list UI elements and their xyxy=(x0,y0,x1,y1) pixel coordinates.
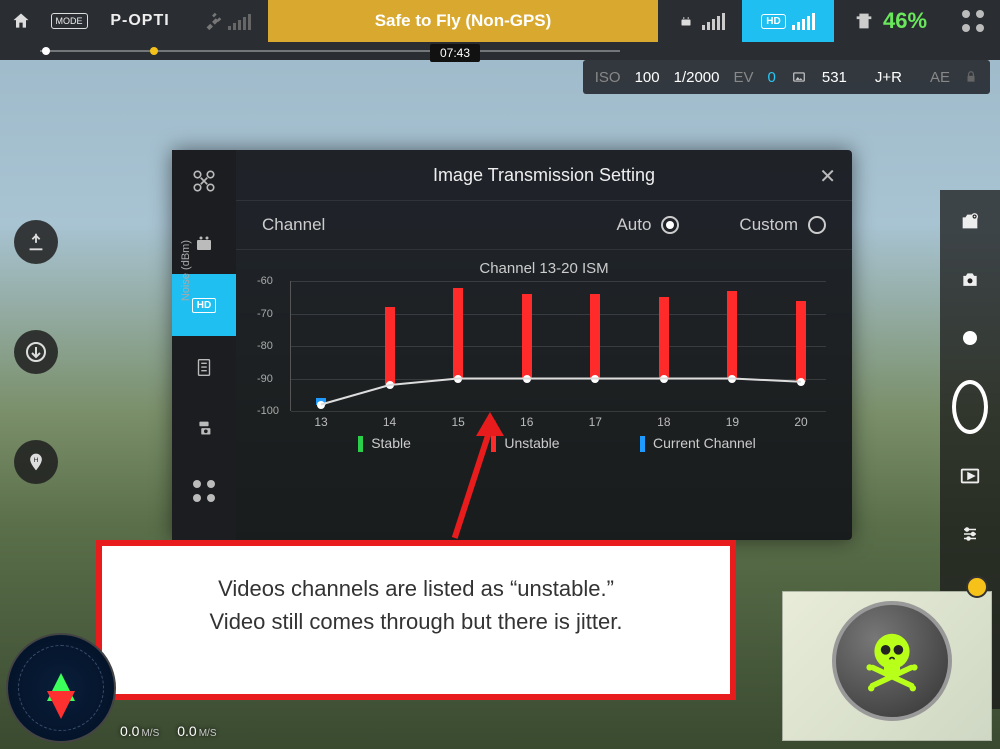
battery-percent: 46% xyxy=(883,8,927,34)
mode-badge[interactable]: MODE xyxy=(42,0,96,42)
legend-unstable: Unstable xyxy=(491,435,559,452)
attitude-indicator[interactable] xyxy=(6,633,116,743)
picture-icon xyxy=(790,70,808,84)
custom-radio[interactable] xyxy=(808,216,826,234)
channel-row-label: Channel xyxy=(262,215,325,235)
map-lock-icon[interactable] xyxy=(966,576,988,598)
rc-signal-icon xyxy=(658,0,742,42)
channel-chart: Channel 13-20 ISM Noise (dBm) -60-70-80-… xyxy=(236,250,852,456)
custom-option-label[interactable]: Custom xyxy=(739,215,798,235)
flight-mode-label: P-OPTI xyxy=(96,0,184,42)
tab-gimbal-icon[interactable] xyxy=(172,398,236,460)
auto-takeoff-button[interactable] xyxy=(14,220,58,264)
legend-current: Current Channel xyxy=(640,435,756,452)
record-indicator xyxy=(952,320,988,356)
top-status-bar: MODE P-OPTI Safe to Fly (Non-GPS) HD 46% xyxy=(0,0,1000,42)
annotation-callout: Videos channels are listed as “unstable.… xyxy=(96,540,736,700)
svg-text:H: H xyxy=(34,457,39,464)
home-point-button[interactable]: H xyxy=(14,440,58,484)
auto-option-label[interactable]: Auto xyxy=(616,215,651,235)
tab-general-icon[interactable] xyxy=(172,460,236,522)
playback-button[interactable] xyxy=(952,458,988,494)
camera-settings-bar[interactable]: ISO100 1/2000 EV0 531 J+R AE xyxy=(583,60,990,94)
close-icon[interactable]: ✕ xyxy=(819,164,836,189)
tab-battery-icon[interactable] xyxy=(172,336,236,398)
annotation-arrow-head xyxy=(476,412,504,436)
camera-settings-button[interactable] xyxy=(952,204,988,240)
modal-title: Image Transmission Setting xyxy=(433,165,655,186)
legend-stable: Stable xyxy=(358,435,411,452)
shutter-button[interactable] xyxy=(952,378,988,436)
photo-mode-button[interactable] xyxy=(952,262,988,298)
telemetry-readout: 0.0M/S 0.0M/S xyxy=(120,723,217,739)
home-icon[interactable] xyxy=(0,0,42,42)
auto-radio[interactable] xyxy=(661,216,679,234)
return-home-button[interactable] xyxy=(14,330,58,374)
image-transmission-modal: HD Image Transmission Setting ✕ Channel … xyxy=(172,150,852,540)
skull-badge-icon xyxy=(832,601,952,721)
lock-icon xyxy=(964,70,978,84)
chart-title: Channel 13-20 ISM xyxy=(262,260,826,277)
chart-ylabel: Noise (dBm) xyxy=(180,240,192,301)
battery-indicator[interactable]: 46% xyxy=(834,0,946,42)
flight-status-banner: Safe to Fly (Non-GPS) xyxy=(268,0,658,42)
main-menu-icon[interactable] xyxy=(946,0,1000,42)
flight-timeline xyxy=(0,42,1000,60)
satellite-icon xyxy=(184,0,268,42)
hd-signal-indicator: HD xyxy=(742,0,834,42)
modal-tab-strip: HD xyxy=(172,150,236,540)
tab-aircraft-icon[interactable] xyxy=(172,150,236,212)
camera-menu-button[interactable] xyxy=(952,516,988,552)
elapsed-time: 07:43 xyxy=(430,44,480,62)
